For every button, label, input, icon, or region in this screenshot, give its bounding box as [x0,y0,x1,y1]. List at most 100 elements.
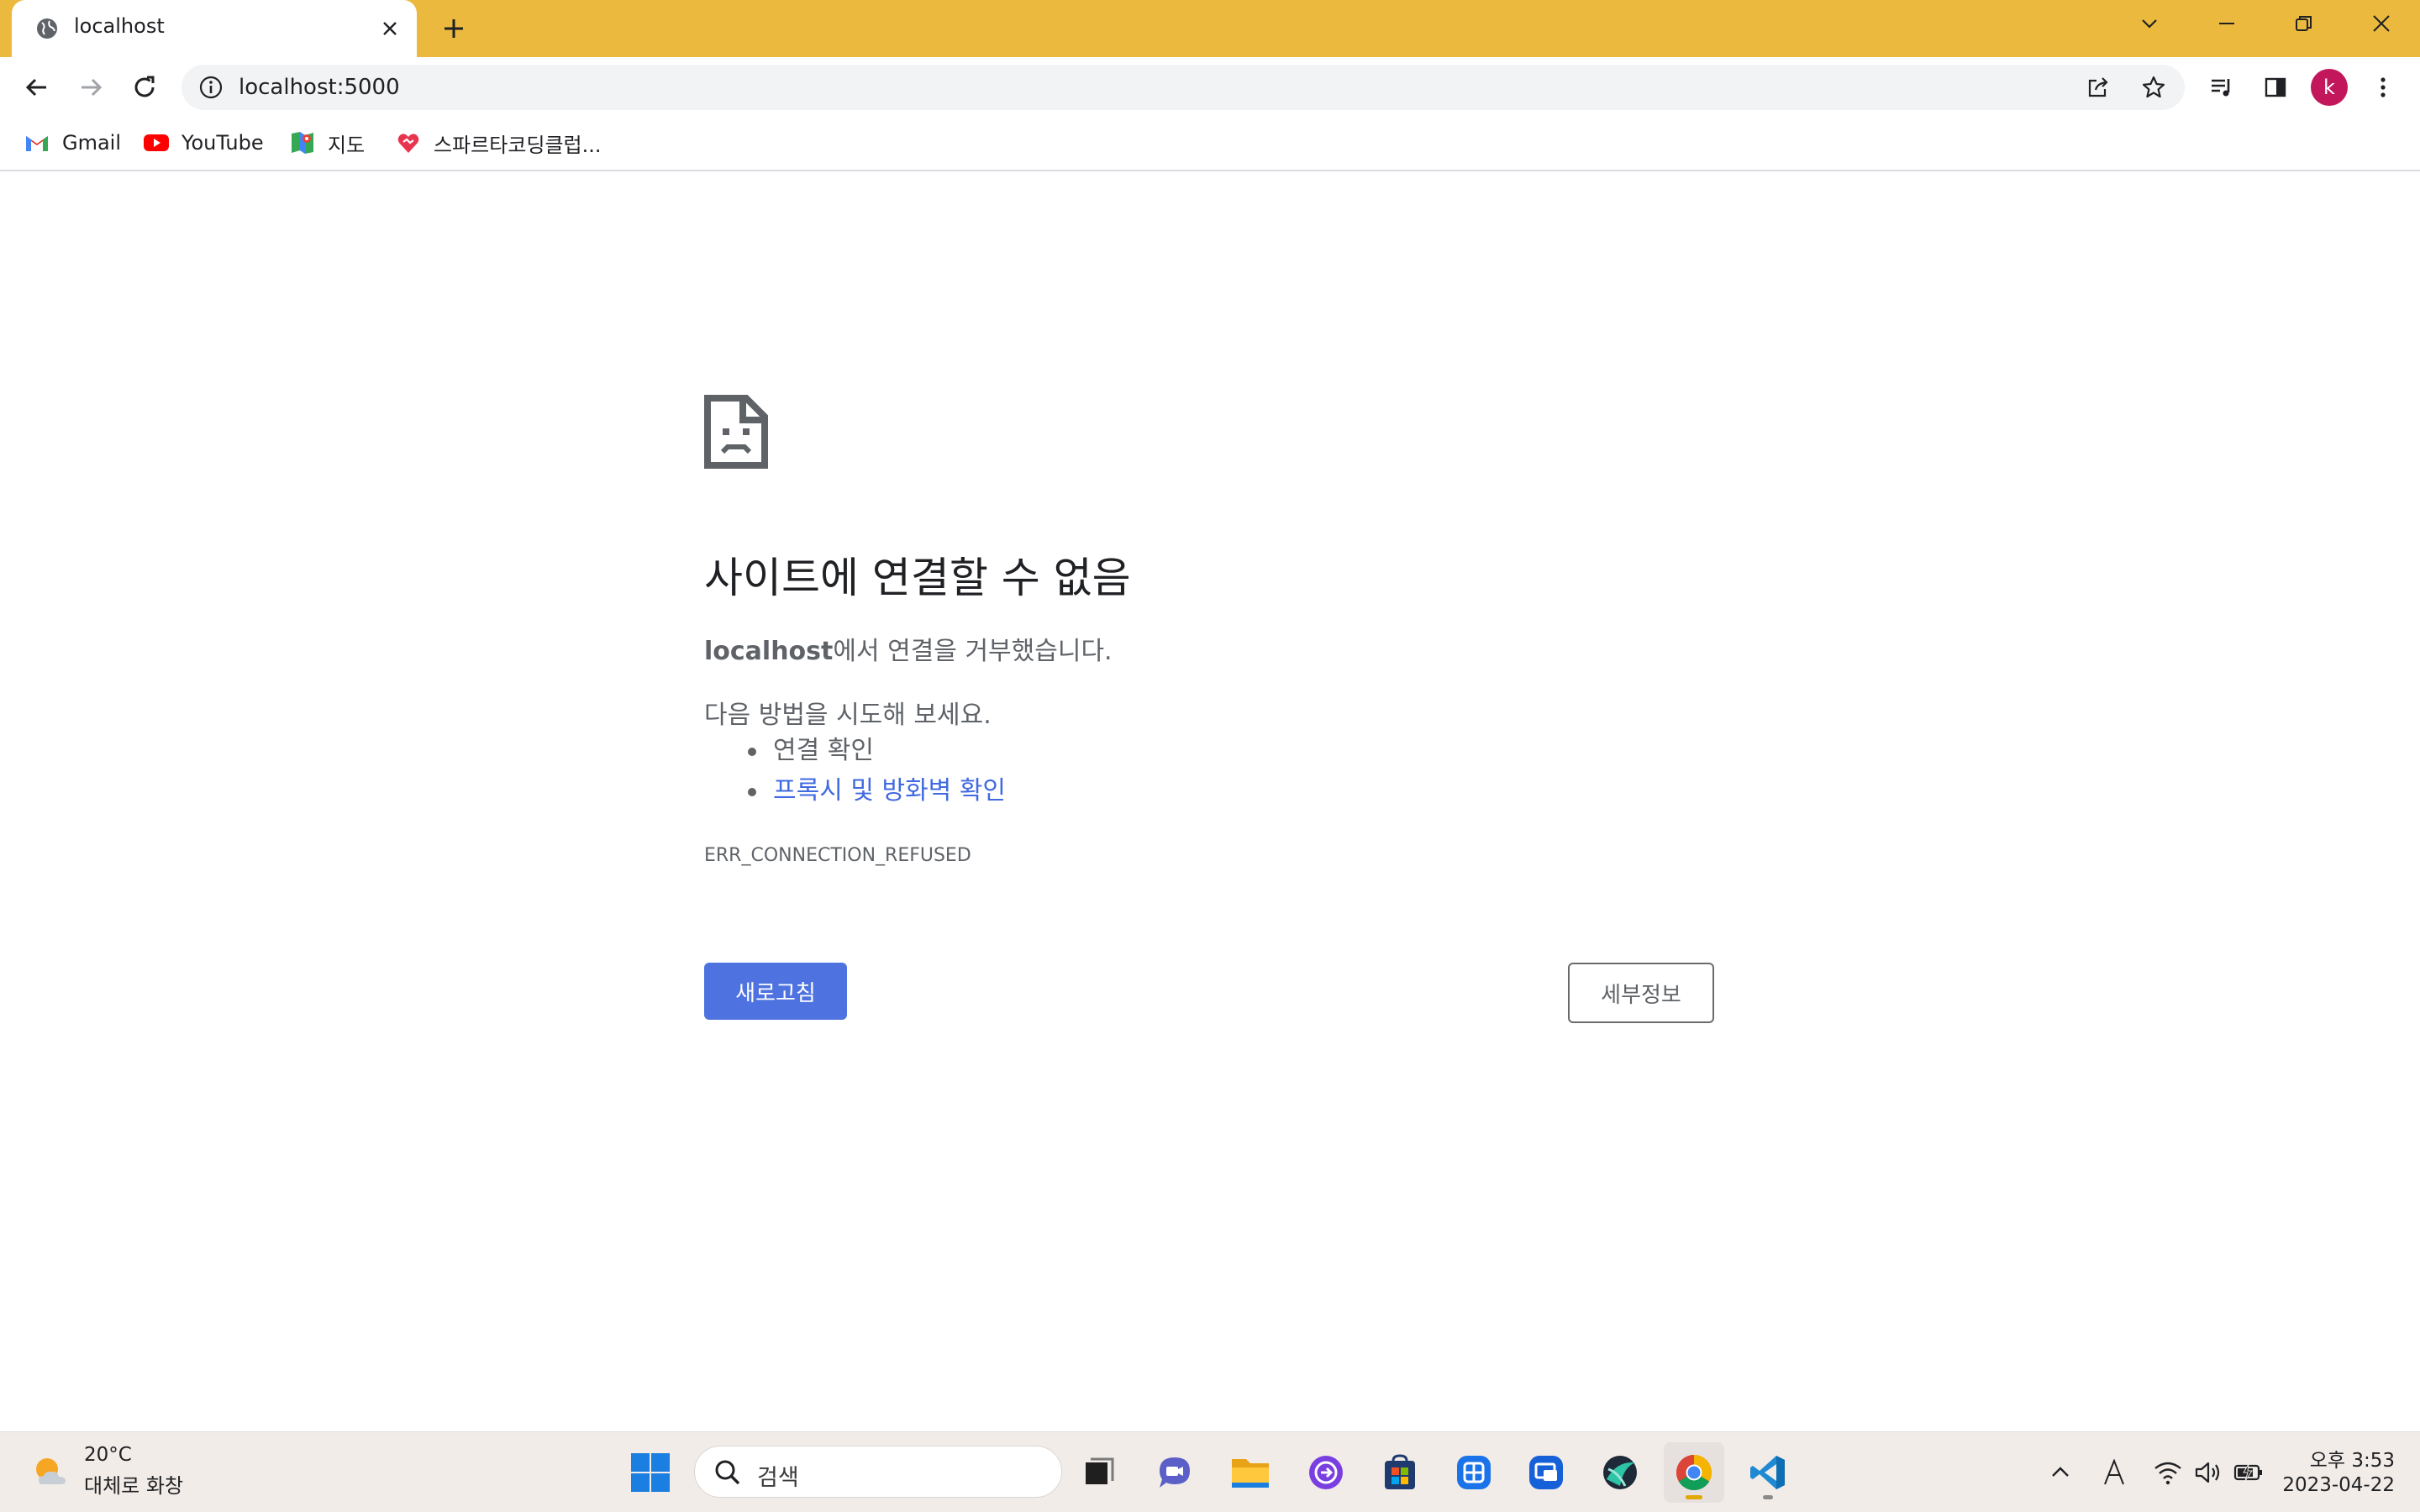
taskbar-vscode[interactable] [1738,1442,1798,1503]
close-window-button[interactable] [2358,5,2405,42]
reload-button[interactable] [124,67,165,108]
suggestion-list: 연결 확인 프록시 및 방화벽 확인 [748,731,1006,811]
bookmark-sparta[interactable]: 스파르타코딩클럽... [395,126,602,160]
details-button[interactable]: 세부정보 [1568,963,1714,1023]
chat-icon [1160,1457,1190,1488]
taskbar-store[interactable] [1370,1442,1430,1503]
title-bar: localhost [0,0,2420,57]
bookmark-gmail[interactable]: Gmail [24,126,121,160]
suggestion-check-connection: 연결 확인 [748,731,1006,771]
info-icon[interactable] [198,75,224,100]
globe-icon [37,18,57,39]
arrow-circle-icon [1309,1456,1343,1489]
vscode-icon [1750,1456,1785,1489]
error-description: localhost에서 연결을 거부했습니다. [704,630,1113,667]
tab-localhost[interactable]: localhost [12,0,417,57]
battery-charging-icon [2233,1463,2262,1482]
partly-sunny-icon[interactable] [30,1451,74,1494]
wifi-button[interactable] [2151,1456,2185,1489]
reload-page-button[interactable]: 새로고침 [704,963,847,1020]
bookmarks-bar: Gmail YouTube 지도 스파르타코딩클럽... [0,118,2420,171]
arrow-right-icon [82,78,103,97]
taskbar-app-teal[interactable] [1590,1442,1650,1503]
screen-share-icon [1529,1456,1563,1489]
side-panel-button[interactable] [2257,69,2294,106]
taskbar-file-explorer[interactable] [1220,1442,1281,1503]
sparta-icon [395,129,422,156]
tab-title: localhost [74,14,165,38]
address-bar[interactable]: localhost:5000 [182,65,2185,110]
bookmark-label: 스파르타코딩클럽... [434,133,602,157]
taskbar-app-blue[interactable] [1444,1442,1504,1503]
suggestion-check-proxy-link[interactable]: 프록시 및 방화벽 확인 [748,771,1006,811]
search-placeholder: 검색 [757,1465,799,1491]
share-button[interactable] [2084,73,2112,102]
reload-icon [134,76,155,97]
show-hidden-icons-button[interactable] [2044,1456,2077,1489]
maps-icon [289,129,316,156]
media-queue-icon [2212,79,2230,97]
search-icon [715,1460,740,1485]
error-suggestion-heading: 다음 방법을 시도해 보세요. [704,701,992,730]
youtube-icon [143,129,170,156]
arrow-left-icon [25,78,46,97]
chrome-icon [1676,1455,1712,1491]
weather-description[interactable]: 대체로 화창 [84,1469,183,1499]
bookmark-label: YouTube [182,131,264,155]
taskbar-chrome[interactable] [1664,1442,1724,1503]
volume-button[interactable] [2191,1456,2225,1489]
url-text: localhost:5000 [239,75,400,100]
bookmark-label: Gmail [62,131,122,155]
error-host: localhost [704,637,834,666]
plus-icon [445,19,463,38]
new-tab-button[interactable] [435,10,472,47]
error-heading: 사이트에 연결할 수 없음 [704,554,1131,602]
ime-icon [2104,1459,2124,1485]
bookmark-youtube[interactable]: YouTube [143,126,264,160]
clock-time[interactable]: 오후 3:53 [2310,1444,2395,1473]
minimize-button[interactable] [2203,5,2250,42]
back-button[interactable] [17,67,57,108]
star-icon [2142,76,2165,98]
taskbar: 20°C 대체로 화창 검색 오후 3:53 2023-04-22 [0,1431,2420,1512]
bookmark-star-button[interactable] [2139,73,2168,102]
close-icon [2373,15,2390,32]
app-grid-icon [1457,1456,1491,1489]
browser-toolbar: localhost:5000 k [0,57,2420,118]
active-app-indicator [1686,1495,1702,1499]
input-method-button[interactable] [2097,1456,2131,1489]
task-view-button[interactable] [1069,1442,1129,1503]
side-panel-icon [2265,77,2286,97]
minimize-icon [2219,23,2234,24]
taskbar-search-box[interactable]: 검색 [694,1446,1062,1498]
bookmark-maps[interactable]: 지도 [289,126,365,160]
error-page: 사이트에 연결할 수 없음 localhost에서 연결을 거부했습니다. 다음… [0,173,2420,1431]
taskbar-app-purple[interactable] [1296,1442,1356,1503]
sad-document-icon [704,395,768,469]
clock-date[interactable]: 2023-04-22 [2282,1474,2395,1496]
speaker-icon [2195,1462,2220,1483]
weather-temperature[interactable]: 20°C [84,1444,132,1466]
share-icon [2088,77,2108,97]
taskbar-chat[interactable] [1144,1442,1205,1503]
close-icon [383,22,397,35]
restore-button[interactable] [2281,5,2328,42]
gmail-icon [24,129,50,156]
windows-start-icon[interactable] [629,1451,672,1494]
task-view-icon [1086,1457,1114,1484]
open-app-indicator [1763,1495,1773,1499]
profile-avatar[interactable]: k [2311,69,2348,106]
folder-icon [1232,1459,1269,1488]
tab-search-button[interactable] [2126,5,2173,42]
chevron-down-icon [2142,19,2157,29]
taskbar-app-screen[interactable] [1516,1442,1576,1503]
error-code: ERR_CONNECTION_REFUSED [704,845,971,866]
forward-button[interactable] [71,67,111,108]
chevron-up-icon [2052,1467,2069,1477]
bookmark-label: 지도 [328,133,366,157]
media-control-button[interactable] [2203,69,2240,106]
menu-button[interactable] [2365,69,2402,106]
close-tab-button[interactable] [375,13,405,44]
more-vertical-icon [2381,77,2386,97]
battery-button[interactable] [2232,1456,2265,1489]
